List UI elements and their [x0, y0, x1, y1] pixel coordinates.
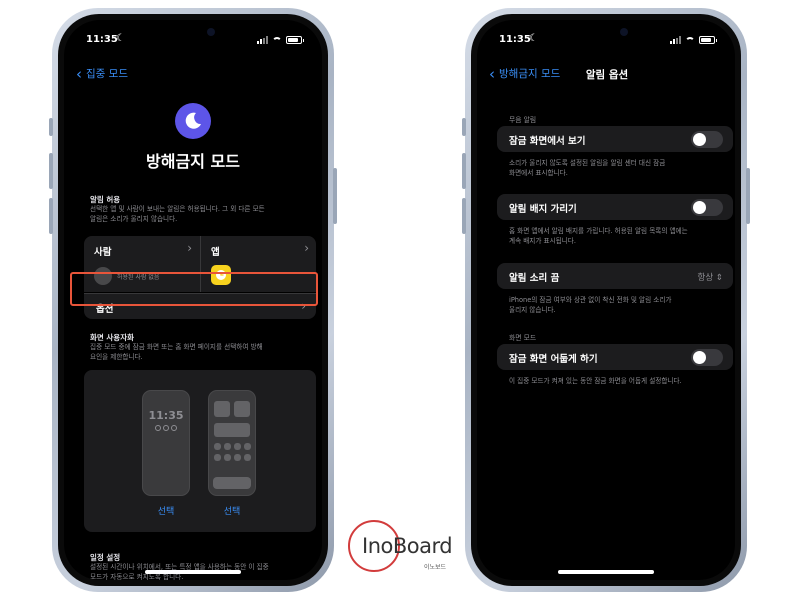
widget	[214, 401, 230, 417]
battery-icon	[286, 36, 304, 44]
moon-status-icon: ☾	[116, 33, 125, 44]
customize-screens-desc-1: 집중 모드 중에 잠금 화면 또는 홈 화면 페이지를 선택하여 방해	[90, 343, 263, 351]
screen-mode-header: 화면 모드	[509, 334, 537, 342]
allow-notifications-desc-1: 선택한 앱 및 사람이 보내는 알림은 허용됩니다. 그 외 다른 모든	[90, 205, 265, 213]
power-button	[333, 168, 337, 224]
cellular-signal-icon	[257, 36, 268, 44]
hide-badges-desc-1: 홈 화면 앱에서 알림 배지를 가립니다. 허용된 알림 목록의 앱에는	[509, 227, 688, 235]
home-screen-preview[interactable]	[208, 390, 256, 496]
app-dot	[224, 443, 231, 450]
hide-badges-toggle[interactable]	[691, 199, 723, 216]
back-label: 집중 모드	[86, 68, 128, 80]
choose-home-screen-button[interactable]: 선택	[208, 504, 256, 517]
volume-down-button	[49, 198, 53, 234]
back-button[interactable]: ‹ 집중 모드	[76, 66, 128, 81]
volume-up-button	[462, 153, 466, 189]
lock-widgets	[143, 425, 189, 431]
allow-notifications-desc-2: 알림은 소리가 울리지 않습니다.	[90, 215, 178, 223]
show-on-lock-screen-desc-2: 화면에서 표시합니다.	[509, 169, 568, 177]
choose-lock-screen-button[interactable]: 선택	[142, 504, 190, 517]
dock	[213, 477, 251, 489]
status-time: 11:35	[86, 34, 118, 45]
hide-badges-label: 알림 배지 가리기	[509, 204, 577, 215]
app-dot	[214, 443, 221, 450]
customize-screens-desc-2: 요인을 제한합니다.	[90, 353, 143, 361]
silence-notifications-row[interactable]: 알림 소리 끔 항상 ⇕	[497, 263, 733, 289]
volume-down-button	[462, 198, 466, 234]
silence-notifications-value: 항상 ⇕	[697, 273, 723, 283]
dim-lock-screen-row: 잠금 화면 어둡게 하기	[497, 344, 733, 370]
app-dot	[244, 443, 251, 450]
show-on-lock-screen-label: 잠금 화면에서 보기	[509, 136, 586, 147]
nav-bar: ‹ 집중 모드	[64, 64, 322, 84]
apps-label: 앱	[211, 247, 220, 258]
hide-badges-row: 알림 배지 가리기	[497, 194, 733, 220]
moon-status-icon: ☾	[529, 33, 538, 44]
silence-notifications-desc-2: 울리지 않습니다.	[509, 306, 556, 314]
app-dot	[214, 454, 221, 461]
chevron-updown-icon: ⇕	[715, 273, 723, 283]
chevron-left-icon: ‹	[489, 64, 495, 83]
dim-lock-screen-toggle[interactable]	[691, 349, 723, 366]
focus-mode-icon	[175, 103, 211, 139]
chevron-left-icon: ‹	[76, 64, 82, 83]
right-screen: 11:35 ☾ ‹ 방해금지 모드 알림 옵션 무음 알림 잠금 화면에서 보기…	[477, 20, 735, 580]
lock-preview-time: 11:35	[148, 409, 184, 422]
dynamic-island	[137, 20, 249, 46]
mute-switch	[49, 118, 53, 136]
lock-screen-preview[interactable]: 11:35	[142, 390, 190, 496]
app-dot	[234, 454, 241, 461]
moon-icon	[185, 112, 201, 129]
page-title: 방해금지 모드	[146, 152, 240, 171]
battery-icon	[699, 36, 717, 44]
stage: 11:35 ☾ ‹ 집중 모드 방해금지 모드 알림 허용 선택한 앱 및 사람…	[0, 0, 800, 600]
mute-switch	[462, 118, 466, 136]
dim-lock-screen-label: 잠금 화면 어둡게 하기	[509, 354, 598, 365]
nav-title: 알림 옵션	[585, 69, 629, 81]
volume-up-button	[49, 153, 53, 189]
logo-subtext: 이노보드	[424, 564, 447, 571]
app-dot	[234, 443, 241, 450]
screens-card: 11:35 선택 선택	[84, 370, 316, 532]
hide-badges-desc-2: 계속 배지가 표시됩니다.	[509, 237, 576, 245]
status-time: 11:35	[499, 34, 531, 45]
widget	[234, 401, 250, 417]
home-indicator[interactable]	[558, 570, 654, 574]
nav-bar: ‹ 방해금지 모드 알림 옵션	[477, 64, 735, 84]
show-on-lock-screen-toggle[interactable]	[691, 131, 723, 148]
show-on-lock-screen-desc-1: 소리가 울리지 않도록 설정된 알림을 알림 센터 대신 잠금	[509, 159, 666, 167]
silence-notifications-desc-1: iPhone의 잠금 여부와 상관 없이 착신 전화 및 알림 소리가	[509, 296, 672, 304]
wifi-icon	[685, 36, 695, 44]
widget	[214, 423, 250, 437]
logo-text: InoBoard	[362, 534, 453, 558]
home-indicator[interactable]	[145, 570, 241, 574]
dynamic-island	[550, 20, 662, 46]
dim-lock-screen-desc: 이 집중 모드가 켜져 있는 동안 잠금 화면을 어둡게 설정합니다.	[509, 377, 682, 385]
app-dot	[244, 454, 251, 461]
chevron-right-icon: ›	[304, 241, 309, 255]
right-phone: 11:35 ☾ ‹ 방해금지 모드 알림 옵션 무음 알림 잠금 화면에서 보기…	[462, 8, 750, 592]
people-label: 사람	[94, 247, 112, 258]
cellular-signal-icon	[670, 36, 681, 44]
chevron-right-icon: ›	[187, 241, 192, 255]
wifi-icon	[272, 36, 282, 44]
inoboard-watermark-logo: InoBoard 이노보드	[348, 520, 458, 576]
show-on-lock-screen-row: 잠금 화면에서 보기	[497, 126, 733, 152]
silence-notifications-label: 알림 소리 끔	[509, 273, 560, 284]
silent-notifications-header: 무음 알림	[509, 116, 537, 124]
options-highlight-box	[70, 272, 318, 306]
app-dot	[224, 454, 231, 461]
power-button	[746, 168, 750, 224]
